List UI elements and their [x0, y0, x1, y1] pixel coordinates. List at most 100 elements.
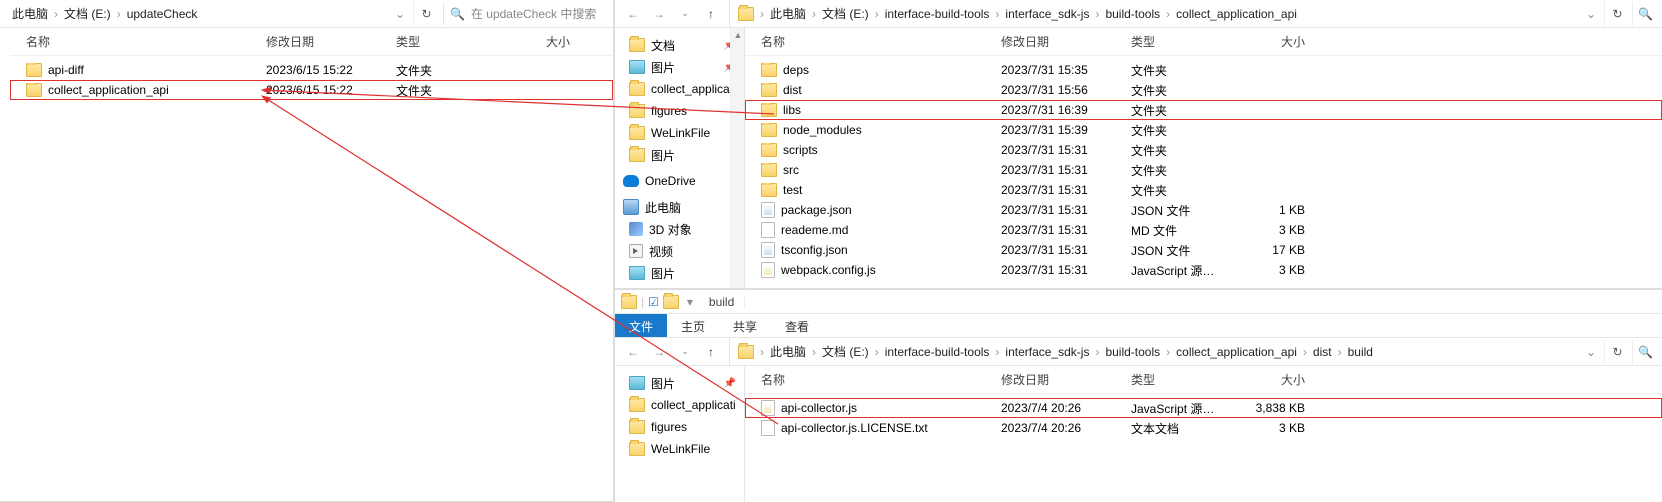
breadcrumb-segment[interactable]: collect_application_api	[1172, 7, 1301, 21]
breadcrumb-segment[interactable]: build-tools	[1101, 7, 1164, 21]
col-type[interactable]: 类型	[1123, 33, 1233, 50]
nav-sidebar[interactable]: 图片📌collect_applicatifiguresWeLinkFile	[615, 366, 745, 502]
breadcrumb[interactable]: › 此电脑›文档 (E:)›interface-build-tools›inte…	[730, 338, 1576, 365]
folder-icon	[663, 295, 679, 309]
chevron-down-icon[interactable]: ⌄	[389, 7, 411, 21]
nav-up-icon[interactable]: ↑	[699, 340, 723, 364]
table-row[interactable]: libs2023/7/31 16:39文件夹	[745, 100, 1662, 120]
nav-forward-icon[interactable]: →	[647, 340, 671, 364]
breadcrumb-segment[interactable]: updateCheck	[123, 7, 202, 21]
breadcrumb-segment[interactable]: 此电脑	[8, 5, 52, 22]
breadcrumb-segment[interactable]: 此电脑	[766, 5, 810, 22]
nav-recent-icon[interactable]: ⌄	[673, 2, 697, 26]
column-headers[interactable]: 名称 修改日期 类型 大小	[745, 28, 1662, 56]
breadcrumb-segment[interactable]: build	[1344, 345, 1377, 359]
breadcrumb-segment[interactable]: interface-build-tools	[881, 345, 994, 359]
sidebar-item[interactable]: 3D 对象	[615, 218, 744, 240]
breadcrumb-segment[interactable]: 此电脑	[766, 343, 810, 360]
sidebar-item[interactable]: WeLinkFile	[615, 438, 744, 460]
breadcrumb-segment[interactable]: dist	[1309, 345, 1336, 359]
sidebar-item[interactable]: 图片📌	[615, 372, 744, 394]
col-size[interactable]: 大小	[1233, 33, 1313, 50]
nav-forward-icon[interactable]: →	[647, 2, 671, 26]
table-row[interactable]: src2023/7/31 15:31文件夹	[745, 160, 1662, 180]
breadcrumb[interactable]: 此电脑›文档 (E:)›updateCheck	[0, 0, 385, 27]
breadcrumb-segment[interactable]: interface-build-tools	[881, 7, 994, 21]
sidebar-item[interactable]: OneDrive	[615, 170, 744, 192]
breadcrumb-segment[interactable]: build-tools	[1101, 345, 1164, 359]
col-size[interactable]: 大小	[1233, 371, 1313, 388]
chevron-down-icon[interactable]: ⌄	[1580, 7, 1602, 21]
sidebar-item[interactable]: WeLinkFile	[615, 122, 744, 144]
sidebar-item[interactable]: 文档📌	[615, 34, 744, 56]
refresh-icon[interactable]: ↻	[1604, 2, 1630, 26]
col-type[interactable]: 类型	[388, 33, 498, 50]
table-row[interactable]: tsconfig.json2023/7/31 15:31JSON 文件17 KB	[745, 240, 1662, 260]
sidebar-item[interactable]: 此电脑	[615, 196, 744, 218]
search-icon[interactable]: 🔍	[1632, 2, 1658, 26]
sidebar-item[interactable]: collect_applicati	[615, 78, 744, 100]
tab-home[interactable]: 主页	[667, 314, 719, 337]
breadcrumb-segment[interactable]: interface_sdk-js	[1001, 7, 1093, 21]
col-name[interactable]: 名称	[18, 33, 258, 50]
sidebar-item[interactable]: 图片📌	[615, 56, 744, 78]
nav-sidebar[interactable]: ▲ 文档📌图片📌 collect_applicatifiguresWeLinkFi…	[615, 28, 745, 288]
refresh-icon[interactable]: ↻	[413, 2, 439, 26]
column-headers[interactable]: 名称 修改日期 类型 大小	[745, 366, 1662, 394]
column-headers[interactable]: 名称 修改日期 类型 大小	[10, 28, 613, 56]
col-name[interactable]: 名称	[753, 371, 993, 388]
file-date: 2023/6/15 15:22	[258, 83, 388, 97]
tab-view[interactable]: 查看	[771, 314, 823, 337]
sidebar-item[interactable]: 视频	[615, 240, 744, 262]
col-size[interactable]: 大小	[498, 33, 578, 50]
folder-icon	[761, 123, 777, 137]
col-name[interactable]: 名称	[753, 33, 993, 50]
table-row[interactable]: test2023/7/31 15:31文件夹	[745, 180, 1662, 200]
breadcrumb-segment[interactable]: 文档 (E:)	[60, 5, 115, 22]
ribbon-tabs[interactable]: 文件 主页 共享 查看	[615, 314, 1662, 338]
refresh-icon[interactable]: ↻	[1604, 340, 1630, 364]
sidebar-item[interactable]: 图片	[615, 262, 744, 284]
table-row[interactable]: reademe.md2023/7/31 15:31MD 文件3 KB	[745, 220, 1662, 240]
table-row[interactable]: scripts2023/7/31 15:31文件夹	[745, 140, 1662, 160]
sidebar-item-label: collect_applicati	[651, 82, 736, 96]
col-date[interactable]: 修改日期	[993, 371, 1123, 388]
col-type[interactable]: 类型	[1123, 371, 1233, 388]
scrollbar[interactable]: ▲	[730, 28, 744, 288]
sidebar-item[interactable]: figures	[615, 416, 744, 438]
tab-file[interactable]: 文件	[615, 314, 667, 337]
breadcrumb-segment[interactable]: 文档 (E:)	[818, 5, 873, 22]
table-row[interactable]: api-collector.js2023/7/4 20:26JavaScript…	[745, 398, 1662, 418]
tab-share[interactable]: 共享	[719, 314, 771, 337]
col-date[interactable]: 修改日期	[993, 33, 1123, 50]
table-row[interactable]: node_modules2023/7/31 15:39文件夹	[745, 120, 1662, 140]
breadcrumb-segment[interactable]: 文档 (E:)	[818, 343, 873, 360]
table-row[interactable]: collect_application_api2023/6/15 15:22文件…	[10, 80, 613, 100]
scroll-up-icon[interactable]: ▲	[731, 28, 745, 42]
table-row[interactable]: api-diff2023/6/15 15:22文件夹	[10, 60, 613, 80]
search-input[interactable]: 🔍 在 updateCheck 中搜索	[443, 3, 613, 25]
breadcrumb-segment[interactable]: collect_application_api	[1172, 345, 1301, 359]
breadcrumb-segment[interactable]: interface_sdk-js	[1001, 345, 1093, 359]
table-row[interactable]: api-collector.js.LICENSE.txt2023/7/4 20:…	[745, 418, 1662, 438]
table-row[interactable]: package.json2023/7/31 15:31JSON 文件1 KB	[745, 200, 1662, 220]
col-date[interactable]: 修改日期	[258, 33, 388, 50]
table-row[interactable]: dist2023/7/31 15:56文件夹	[745, 80, 1662, 100]
nav-up-icon[interactable]: ↑	[699, 2, 723, 26]
nav-back-icon[interactable]: ←	[621, 2, 645, 26]
nav-back-icon[interactable]: ←	[621, 340, 645, 364]
table-row[interactable]: webpack.config.js2023/7/31 15:31JavaScri…	[745, 260, 1662, 280]
search-icon[interactable]: 🔍	[1632, 340, 1658, 364]
file-size: 3 KB	[1233, 223, 1313, 237]
qa-overflow-icon[interactable]: ▾	[683, 295, 693, 309]
breadcrumb[interactable]: › 此电脑›文档 (E:)›interface-build-tools›inte…	[730, 0, 1576, 27]
file-type: 文件夹	[388, 82, 498, 99]
nav-recent-icon[interactable]: ⌄	[673, 340, 697, 364]
sidebar-item[interactable]: collect_applicati	[615, 394, 744, 416]
sidebar-item[interactable]: figures	[615, 100, 744, 122]
chevron-down-icon[interactable]: ⌄	[1580, 345, 1602, 359]
sidebar-item[interactable]: 图片	[615, 144, 744, 166]
file-date: 2023/6/15 15:22	[258, 63, 388, 77]
qa-check-icon[interactable]: ☑	[648, 295, 659, 309]
table-row[interactable]: deps2023/7/31 15:35文件夹	[745, 60, 1662, 80]
